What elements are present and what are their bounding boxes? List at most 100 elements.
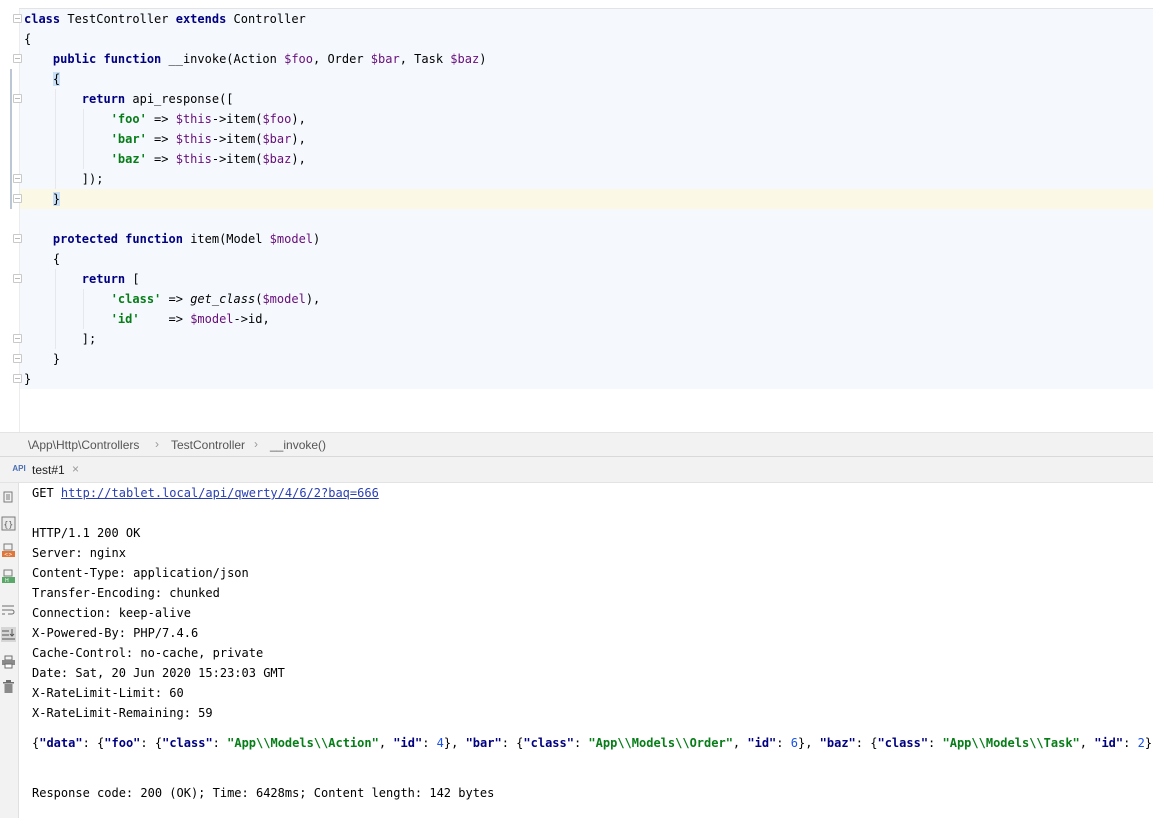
code-line[interactable]: } [24,349,60,369]
code-line[interactable]: 'baz' => $this->item($baz), [24,149,306,169]
code-token: ), [291,152,306,166]
tab-test-1[interactable]: API test#1 × [12,457,84,483]
code-token: return [81,92,133,106]
code-line[interactable]: return api_response([ [24,89,234,109]
code-token: 'baz' [110,152,147,166]
delete-icon[interactable] [1,679,16,694]
svg-text:H: H [5,578,9,584]
fold-marker[interactable] [13,274,22,283]
code-token: get_class [190,292,256,306]
code-token: ), [291,132,306,146]
json-token: 4 [436,736,444,750]
fold-marker[interactable] [13,334,22,343]
code-token: $baz [262,152,292,166]
code-line[interactable]: } [24,189,61,209]
response-header-line: Server: nginx [32,546,126,560]
request-url-link[interactable]: http://tablet.local/api/qwerty/4/6/2?baq… [61,486,379,500]
response-header-line: Date: Sat, 20 Jun 2020 15:23:03 GMT [32,666,285,680]
code-token: ->item( [211,112,263,126]
code-token: => [146,152,176,166]
code-line[interactable]: 'bar' => $this->item($bar), [24,129,306,149]
fold-marker[interactable] [13,14,22,23]
code-line[interactable]: ]); [24,169,104,189]
json-token: : [422,736,437,750]
code-token: ->id, [233,312,270,326]
json-view-icon[interactable]: {} [1,516,16,531]
json-token: : [573,736,589,750]
code-line[interactable]: public function __invoke(Action $foo, Or… [24,49,487,69]
code-token: $model [262,292,306,306]
json-token: "foo" [104,736,141,750]
breadcrumb-namespace[interactable]: \App\Http\Controllers [28,438,139,452]
breadcrumb: \App\Http\Controllers › TestController ›… [0,432,1153,456]
code-token: $this [175,112,212,126]
vcs-change-marker[interactable] [10,69,12,209]
json-token: "App\\Models\\Task" [942,736,1080,750]
code-line[interactable]: 'id' => $model->id, [24,309,270,329]
code-line[interactable]: { [24,69,61,89]
json-token: : { [82,736,105,750]
code-line[interactable]: { [24,29,31,49]
breadcrumb-class[interactable]: TestController [171,438,245,452]
code-token: { [24,32,32,46]
code-line[interactable]: } [24,369,31,389]
json-token: , [732,736,748,750]
fold-marker[interactable] [13,174,22,183]
response-header-line: Cache-Control: no-cache, private [32,646,264,660]
json-token: 2 [1137,736,1145,750]
code-line[interactable]: { [24,249,60,269]
headers-view-icon[interactable]: H [1,569,16,584]
code-line[interactable]: ]; [24,329,96,349]
response-header-line: Connection: keep-alive [32,606,191,620]
fold-marker[interactable] [13,194,22,203]
fold-marker[interactable] [13,54,22,63]
fold-marker[interactable] [13,374,22,383]
code-token: } [24,372,32,386]
code-token: $bar [370,52,400,66]
http-client-tool-header: API test#1 × [0,456,1153,483]
soft-wrap-icon[interactable] [1,602,16,617]
code-token: api_response([ [132,92,234,106]
gutter-separator [19,9,20,432]
html-view-icon[interactable]: <> [1,543,16,558]
code-line[interactable]: 'class' => get_class($model), [24,289,321,309]
close-icon[interactable]: × [72,462,79,476]
code-token: , Task [399,52,451,66]
print-icon[interactable] [1,654,16,669]
code-token: => [146,132,176,146]
code-token: $bar [262,132,292,146]
code-line[interactable]: 'foo' => $this->item($foo), [24,109,306,129]
response-header-line: HTTP/1.1 200 OK [32,526,141,540]
json-token: : { [501,736,524,750]
fold-marker[interactable] [13,234,22,243]
tab-label: test#1 [32,463,65,477]
svg-text:<>: <> [4,552,12,558]
code-token: } [52,192,61,206]
code-token: ->item( [211,132,263,146]
code-editor[interactable]: class TestController extends Controller {… [0,0,1153,432]
code-token: return [81,272,133,286]
json-token: "class" [162,736,213,750]
code-token: $baz [450,52,480,66]
breadcrumb-method[interactable]: __invoke() [270,438,326,452]
code-line[interactable]: class TestController extends Controller [24,9,306,29]
scroll-to-source-icon[interactable] [1,490,16,505]
code-token: __invoke(Action [168,52,285,66]
code-line[interactable]: protected function item(Model $model) [24,229,320,249]
response-output[interactable]: GET http://tablet.local/api/qwerty/4/6/2… [19,483,1153,818]
fold-marker[interactable] [13,354,22,363]
fold-marker[interactable] [13,94,22,103]
code-token: public function [52,52,169,66]
scroll-to-end-icon[interactable] [1,627,16,642]
code-line[interactable]: return [ [24,269,140,289]
response-header-line: Transfer-Encoding: chunked [32,586,220,600]
code-token: => [146,112,176,126]
